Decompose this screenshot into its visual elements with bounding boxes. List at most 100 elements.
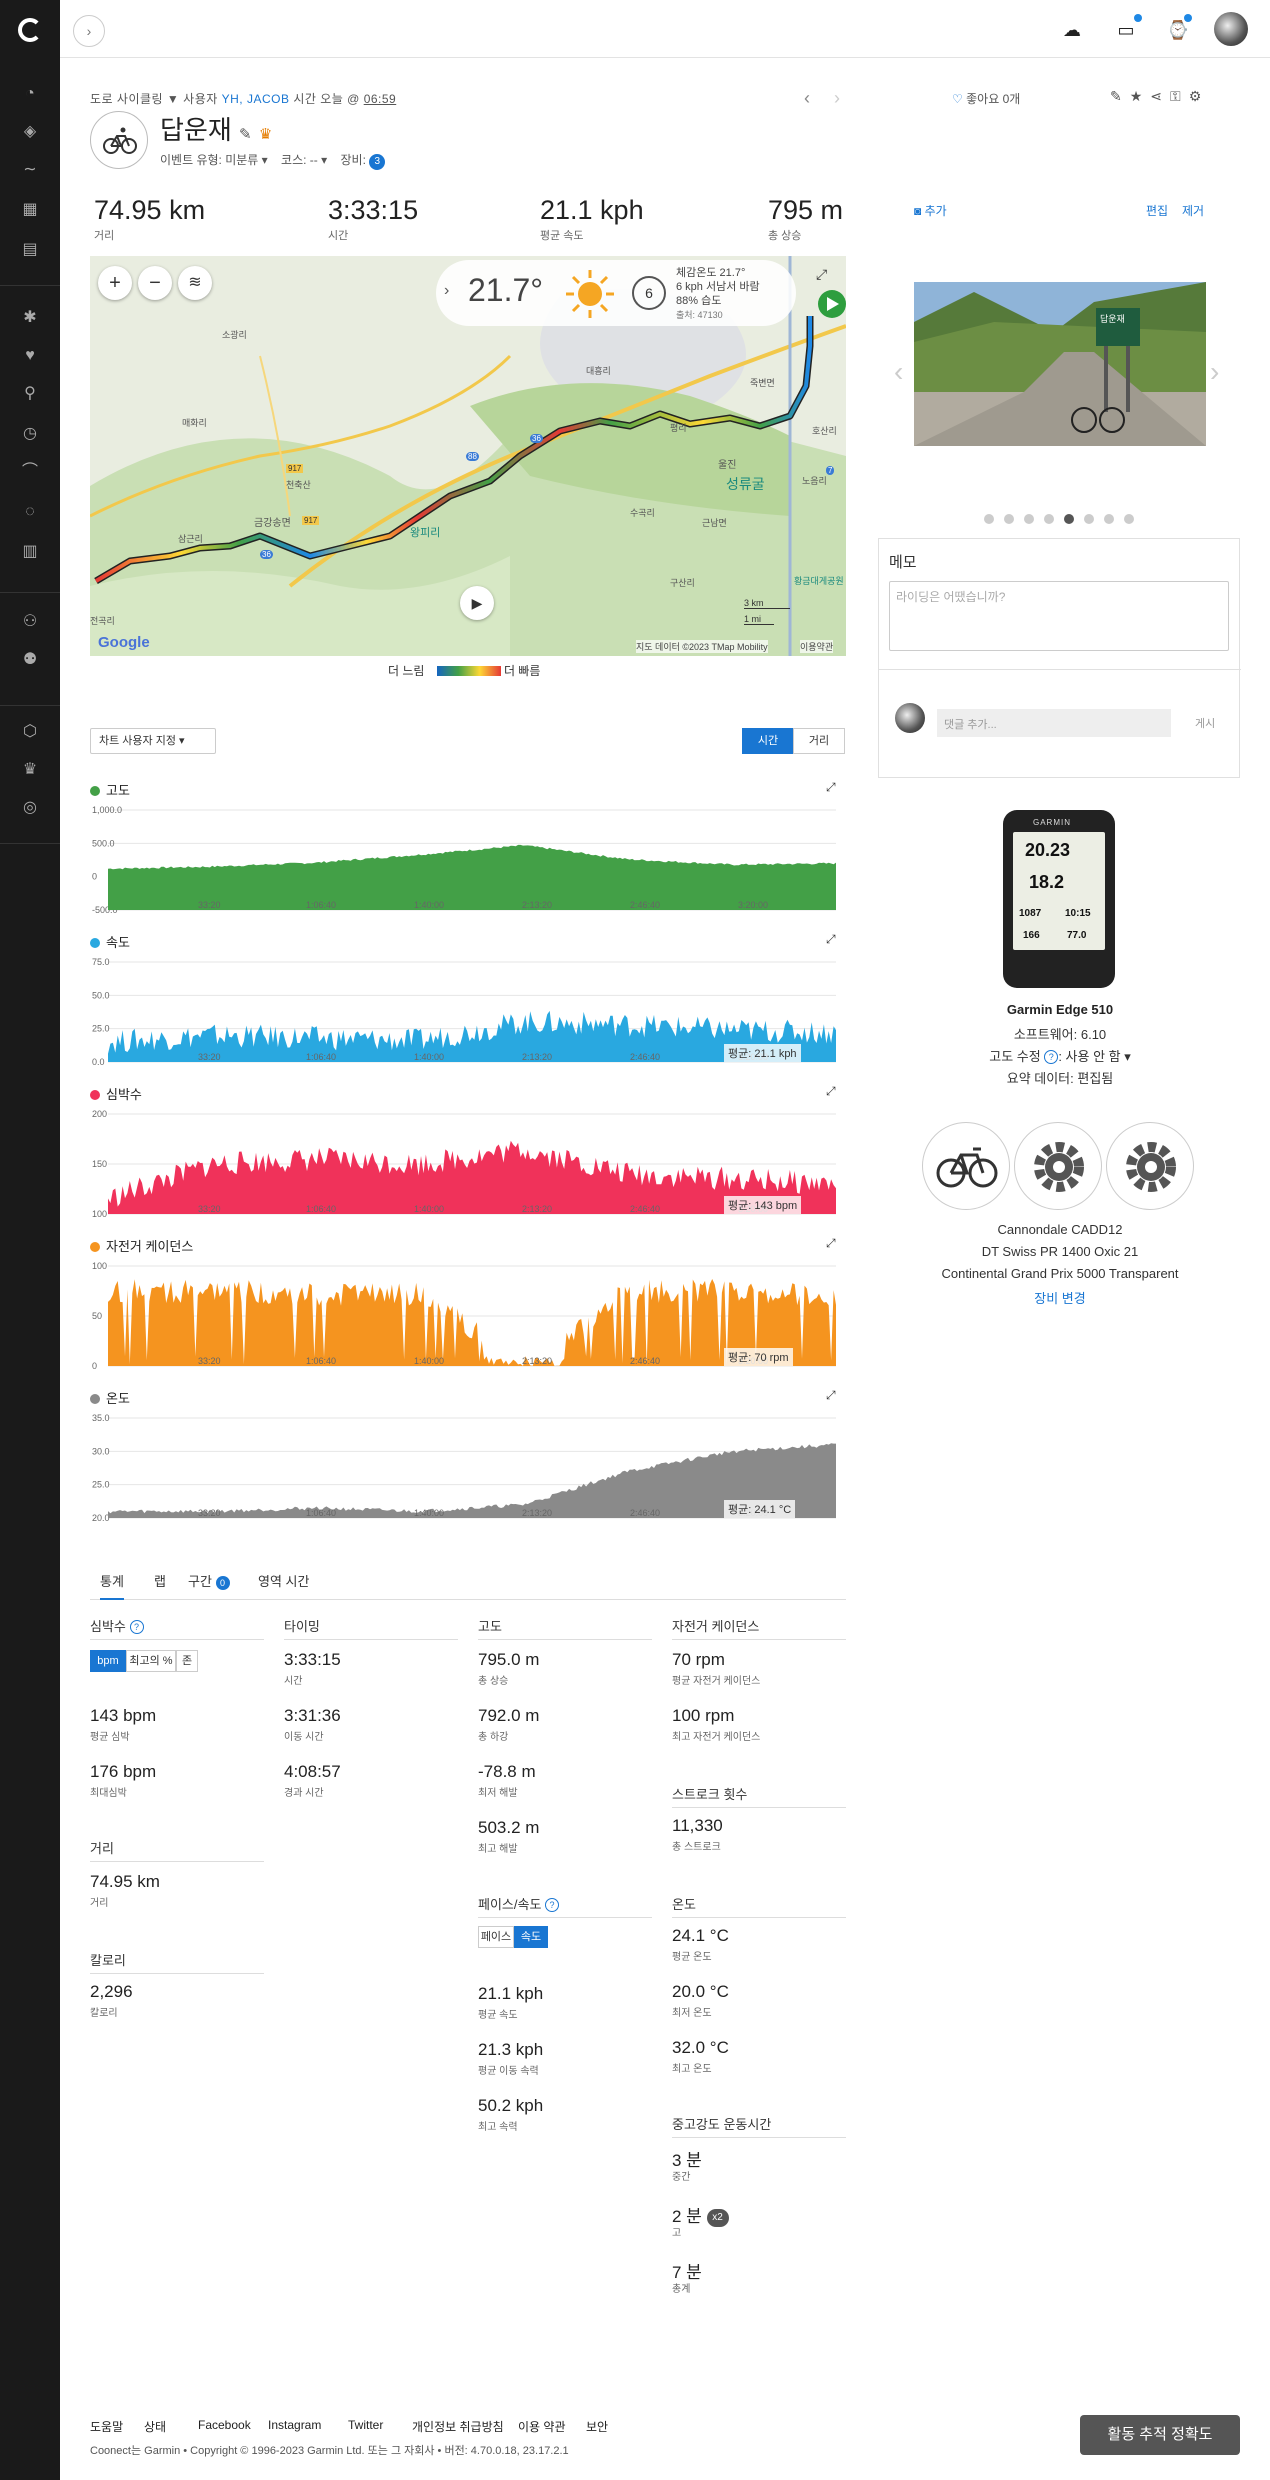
footer-link[interactable]: Twitter <box>348 2418 383 2432</box>
footer-link[interactable]: 도움말 <box>90 2418 123 2435</box>
footer-link[interactable]: Facebook <box>198 2418 251 2432</box>
photo-dot[interactable] <box>1024 514 1034 524</box>
tire-gear-button[interactable] <box>1106 1122 1194 1210</box>
comment-input[interactable]: 댓글 추가... <box>937 709 1171 737</box>
footer-link[interactable]: 보안 <box>586 2418 608 2435</box>
gear-shoe-icon[interactable]: ⌒ <box>20 462 40 482</box>
settings-gear-icon[interactable]: ⚙ <box>1189 88 1210 104</box>
chart-customize-dropdown[interactable]: 차트 사용자 지정 ▾ <box>90 728 216 754</box>
zoom-out-button[interactable]: − <box>138 266 172 300</box>
next-activity-arrow[interactable]: › <box>834 88 840 109</box>
chevron-right-icon[interactable]: › <box>444 282 449 300</box>
user-avatar[interactable] <box>1214 12 1248 46</box>
reports-chart-icon[interactable]: ▥ <box>20 542 40 562</box>
inbox-icon[interactable]: ▭ <box>1114 18 1138 42</box>
help-icon[interactable]: ? <box>1044 1050 1059 1064</box>
expand-chart-icon[interactable]: ⤢ <box>826 1236 836 1251</box>
footer-link[interactable]: 이용 약관 <box>518 2418 566 2435</box>
activity-photo[interactable]: 답운재 <box>914 282 1206 446</box>
expand-nav-button[interactable]: › <box>73 15 105 47</box>
map-terms-link[interactable]: 이용약관 <box>800 640 834 653</box>
play-route-button[interactable]: ▶ <box>460 586 494 620</box>
like-button[interactable]: ♡ 좋아요 0개 <box>952 90 1020 107</box>
tab-laps[interactable]: 랩 <box>154 1566 166 1600</box>
training-runner-icon[interactable]: ⚲ <box>20 384 40 404</box>
activities-icon[interactable]: ✱ <box>20 308 40 328</box>
time-toggle[interactable]: 시간 <box>742 728 794 754</box>
activity-time[interactable]: 06:59 <box>364 92 397 106</box>
connections-icon[interactable]: ⚇ <box>20 612 40 632</box>
user-link[interactable]: YH, JACOB <box>222 92 290 106</box>
elev-corr-select[interactable]: : 사용 안 함 ▾ <box>1058 1049 1130 1064</box>
bike-gear-button[interactable] <box>922 1122 1010 1210</box>
footer-link[interactable]: Instagram <box>268 2418 321 2432</box>
chevron-down-icon[interactable]: ▼ <box>167 92 179 106</box>
distance-toggle[interactable]: 거리 <box>793 728 845 754</box>
health-heart-icon[interactable]: ♥ <box>20 346 40 366</box>
event-type-select[interactable]: 이벤트 유형: 미분류 ▾ <box>160 153 268 167</box>
fullscreen-map-icon[interactable]: ⤢ <box>816 266 827 283</box>
expand-chart-icon[interactable]: ⤢ <box>826 932 836 947</box>
photo-next-arrow[interactable]: › <box>1210 356 1219 388</box>
photo-dot[interactable] <box>984 514 994 524</box>
edit-pencil-icon[interactable]: ✎ <box>239 126 252 143</box>
tab-segments[interactable]: 구간 0 <box>188 1566 230 1600</box>
help-icon[interactable]: ? <box>129 1620 144 1634</box>
badges-icon[interactable]: ⬡ <box>20 722 40 742</box>
news-icon[interactable]: ▤ <box>20 240 40 260</box>
upload-cloud-icon[interactable]: ☁ <box>1060 18 1084 42</box>
prev-activity-arrow[interactable]: ‹ <box>804 88 810 109</box>
post-comment-button[interactable]: 게시 <box>1195 715 1215 731</box>
dashboard-icon[interactable]: ◔ <box>20 84 40 104</box>
tracking-accuracy-button[interactable]: 활동 추적 정확도 <box>1080 2415 1240 2455</box>
zoom-in-button[interactable]: + <box>98 266 132 300</box>
target-icon[interactable]: ◎ <box>20 798 40 818</box>
speed-toggle[interactable]: 속도 <box>514 1926 548 1948</box>
trophy-icon[interactable]: ♛ <box>259 126 272 143</box>
pace-toggle[interactable]: 페이스 <box>478 1926 514 1948</box>
photo-prev-arrow[interactable]: ‹ <box>894 356 903 388</box>
garmin-connect-logo[interactable] <box>18 18 42 42</box>
activity-wave-icon[interactable]: ∼ <box>20 160 40 180</box>
activity-type[interactable]: 도로 사이클링 <box>90 92 163 106</box>
bpm-toggle[interactable]: bpm <box>90 1650 126 1672</box>
expand-chart-icon[interactable]: ⤢ <box>826 1084 836 1099</box>
add-photo-label[interactable]: 추가 <box>925 204 947 218</box>
chart-svg[interactable]: 1,000.0500.00-500.0 33:20 1:06:40 1:40:00 2:… <box>90 798 846 918</box>
share-icon[interactable]: ⋖ <box>1150 88 1170 104</box>
layers-icon[interactable]: ◈ <box>20 122 40 142</box>
help-icon[interactable]: ? <box>545 1898 560 1912</box>
tab-stats[interactable]: 통계 <box>100 1566 124 1600</box>
heart-outline-icon[interactable]: ♡ <box>952 92 963 106</box>
groups-icon[interactable]: ⚉ <box>20 650 40 670</box>
remove-photo-link[interactable]: 제거 <box>1182 202 1204 219</box>
stopwatch-icon[interactable]: ◷ <box>20 424 40 444</box>
percent-max-toggle[interactable]: 최고의 % <box>126 1650 176 1672</box>
map-layers-button[interactable]: ≋ <box>178 266 212 300</box>
photo-dot[interactable] <box>1124 514 1134 524</box>
photo-dot[interactable] <box>1104 514 1114 524</box>
photo-dot[interactable] <box>1044 514 1054 524</box>
photo-dot[interactable] <box>1004 514 1014 524</box>
tab-zone-time[interactable]: 영역 시간 <box>258 1566 309 1600</box>
footer-link[interactable]: 개인정보 취급방침 <box>412 2418 504 2435</box>
footer-link[interactable]: 상태 <box>144 2418 166 2435</box>
zone-toggle[interactable]: 존 <box>176 1650 198 1672</box>
tab-segments-label[interactable]: 구간 <box>188 1574 212 1589</box>
edit-photo-link[interactable]: 편집 <box>1146 202 1168 219</box>
add-photo-link[interactable]: ◙ 추가 <box>914 202 947 219</box>
course-select[interactable]: 코스: -- ▾ <box>281 153 327 167</box>
trophy-icon[interactable]: ♛ <box>20 760 40 780</box>
edit-icon[interactable]: ✎ <box>1110 88 1130 104</box>
memo-textarea[interactable]: 라이딩은 어땠습니까? <box>889 581 1229 651</box>
photo-dot[interactable] <box>1084 514 1094 524</box>
insights-bulb-icon[interactable]: ◌ <box>20 502 40 522</box>
star-icon[interactable]: ★ <box>1130 88 1151 104</box>
lock-icon[interactable]: ⚿ <box>1170 88 1189 104</box>
wheel-gear-button[interactable] <box>1014 1122 1102 1210</box>
gear-count-badge[interactable]: 3 <box>369 154 386 170</box>
calendar-icon[interactable]: ▦ <box>20 200 40 220</box>
expand-chart-icon[interactable]: ⤢ <box>826 780 836 795</box>
photo-dot[interactable] <box>1064 514 1074 524</box>
change-gear-link[interactable]: 장비 변경 <box>880 1288 1240 1307</box>
